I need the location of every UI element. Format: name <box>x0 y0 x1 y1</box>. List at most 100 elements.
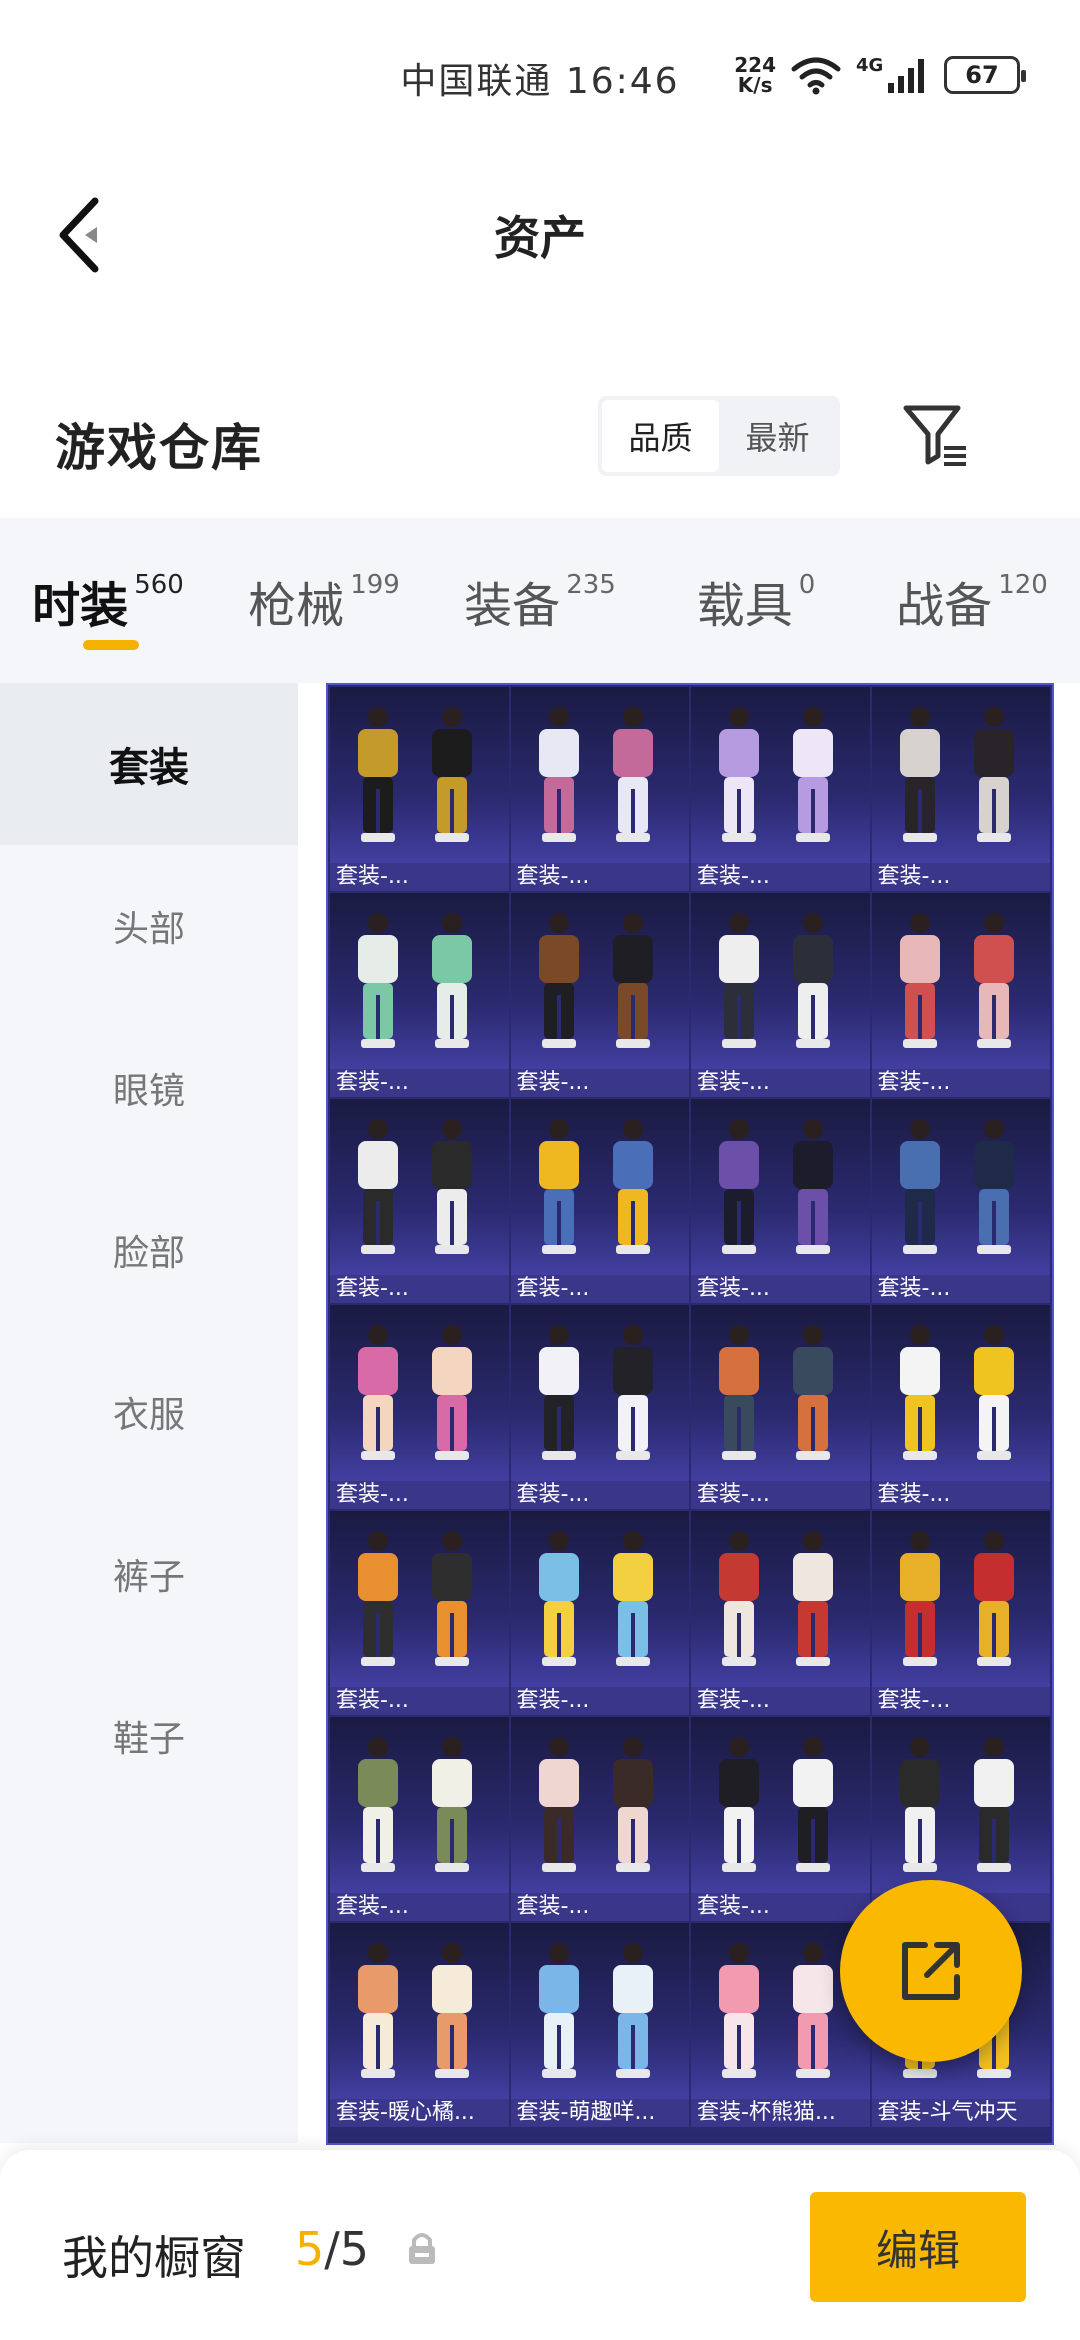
outfit-item-label: 套装-... <box>330 1069 509 1097</box>
outfit-item-label: 套装-... <box>871 1275 1050 1303</box>
tab-vehicles[interactable]: 载具 0 <box>648 518 864 683</box>
outfit-item-label: 套装-... <box>871 1481 1050 1509</box>
outfit-item-card[interactable]: 套装-... <box>871 1305 1050 1509</box>
share-external-icon <box>902 1942 960 2000</box>
outfit-item-card[interactable]: 套装-... <box>510 1305 689 1509</box>
page-title: 资产 <box>494 211 586 265</box>
sidebar-item-face[interactable]: 脸部 <box>0 1169 298 1331</box>
outfit-item-card[interactable]: 套装-... <box>691 1511 870 1715</box>
outfit-figure-icon <box>538 707 653 842</box>
sidebar-item-clothes[interactable]: 衣服 <box>0 1331 298 1493</box>
outfit-item-label: 套装-... <box>691 1069 870 1097</box>
outfit-item-card[interactable]: 套装-... <box>330 1511 509 1715</box>
outfit-figure-icon <box>899 1119 1014 1254</box>
outfit-item-card[interactable]: 套装-... <box>871 687 1050 891</box>
sort-toggle: 品质 最新 <box>598 396 840 476</box>
outfit-item-card[interactable]: 套装-... <box>871 1511 1050 1715</box>
outfit-item-card[interactable]: 套装-... <box>510 687 689 891</box>
outfit-item-card[interactable]: 套装-... <box>691 893 870 1097</box>
sidebar-item-glasses[interactable]: 眼镜 <box>0 1007 298 1169</box>
edit-button[interactable]: 编辑 <box>810 2192 1026 2302</box>
lock-icon <box>405 2228 439 2272</box>
status-icons: 224 K/s 4G 67 <box>734 55 1026 95</box>
outfit-figure-icon <box>538 913 653 1048</box>
filter-icon <box>903 405 966 466</box>
outfit-figure-icon <box>358 707 472 842</box>
outfit-item-card[interactable]: 套装-... <box>330 893 509 1097</box>
outfit-item-card[interactable]: 套装-暖心橘... <box>330 1923 509 2127</box>
outfit-item-label: 套装-... <box>510 1275 689 1303</box>
tab-guns[interactable]: 枪械 199 <box>216 518 432 683</box>
tab-count: 199 <box>350 569 400 600</box>
category-sidebar: 套装 头部 眼镜 脸部 衣服 裤子 鞋子 <box>0 683 298 2143</box>
sidebar-item-head[interactable]: 头部 <box>0 845 298 1007</box>
outfit-item-label: 套装-... <box>691 863 870 891</box>
battery-indicator: 67 <box>944 56 1026 94</box>
outfit-item-label: 套装-... <box>330 1481 509 1509</box>
outfit-item-label: 套装-... <box>510 1687 689 1715</box>
outfit-item-card[interactable]: 套装-... <box>691 687 870 891</box>
warehouse-header: 游戏仓库 品质 最新 <box>0 370 1080 500</box>
tab-label: 装备 <box>464 577 561 634</box>
outfit-item-label: 套装-斗气冲天 <box>871 2099 1050 2127</box>
outfit-figure-icon <box>358 1325 472 1460</box>
tab-supplies[interactable]: 战备 120 <box>864 518 1080 683</box>
outfit-item-card[interactable]: 套装-... <box>510 1099 689 1303</box>
tab-label: 枪械 <box>248 577 345 634</box>
net-speed-value: 224 <box>734 53 776 77</box>
net-speed: 224 K/s <box>734 55 776 95</box>
tab-count: 560 <box>134 569 184 600</box>
sidebar-item-pants[interactable]: 裤子 <box>0 1493 298 1655</box>
tab-fashion[interactable]: 时装 560 <box>0 518 216 683</box>
sidebar-item-shoes[interactable]: 鞋子 <box>0 1655 298 1817</box>
tab-count: 120 <box>998 569 1048 600</box>
sidebar-item-suits[interactable]: 套装 <box>0 683 298 845</box>
tab-count: 0 <box>798 569 816 600</box>
outfit-item-label: 套装-... <box>691 1893 870 1921</box>
outfit-item-card[interactable]: 套装-萌趣咩... <box>510 1923 689 2127</box>
cellular-signal-icon: 4G <box>856 55 930 95</box>
outfit-figure-icon <box>358 1119 472 1254</box>
svg-text:4G: 4G <box>856 55 883 76</box>
outfit-figure-icon <box>538 1325 653 1460</box>
outfit-item-label: 套装-萌趣咩... <box>510 2099 689 2127</box>
status-bar: 中国联通 16:46 224 K/s 4G 67 <box>0 0 1080 150</box>
outfit-item-label: 套装-... <box>871 1069 1050 1097</box>
outfit-item-card[interactable]: 套装-... <box>871 1099 1050 1303</box>
outfit-item-card[interactable]: 套装-... <box>330 687 509 891</box>
outfit-item-card[interactable]: 套装-... <box>691 1099 870 1303</box>
outfit-item-card[interactable]: 套装-... <box>510 1511 689 1715</box>
wardrobe-count-current: 5 <box>295 2222 325 2276</box>
outfit-item-label: 套装-暖心橘... <box>330 2099 509 2127</box>
wardrobe-count-total: /5 <box>324 2222 370 2276</box>
outfit-figure-icon <box>538 1943 653 2078</box>
outfit-item-label: 套装-... <box>510 863 689 891</box>
tab-label: 时装 <box>32 577 129 634</box>
outfit-item-card[interactable]: 套装-... <box>510 893 689 1097</box>
outfit-figure-icon <box>899 1531 1014 1666</box>
outfit-item-card[interactable]: 套装-... <box>691 1305 870 1509</box>
outfit-item-label: 套装-杯熊猫... <box>691 2099 870 2127</box>
tab-label: 战备 <box>896 577 993 634</box>
outfit-figure-icon <box>899 1325 1014 1460</box>
outfit-figure-icon <box>719 913 833 1048</box>
sort-option-quality[interactable]: 品质 <box>602 400 719 472</box>
outfit-item-card[interactable]: 套装-... <box>330 1305 509 1509</box>
outfit-item-card[interactable]: 套装-... <box>871 893 1050 1097</box>
sort-option-latest[interactable]: 最新 <box>719 400 836 472</box>
outfit-item-card[interactable]: 套装-... <box>330 1099 509 1303</box>
outfit-item-card[interactable]: 套装-... <box>330 1717 509 1921</box>
outfit-figure-icon <box>899 1737 1014 1872</box>
filter-button[interactable] <box>900 400 972 472</box>
tab-equipment[interactable]: 装备 235 <box>432 518 648 683</box>
outfit-item-card[interactable]: 套装-... <box>510 1717 689 1921</box>
category-tabs: 时装 560 枪械 199 装备 235 载具 0 战备 120 <box>0 518 1080 683</box>
page-header: 资产 <box>0 150 1080 320</box>
share-fab-button[interactable] <box>840 1880 1022 2062</box>
outfit-figure-icon <box>899 913 1014 1048</box>
outfit-figure-icon <box>719 1119 833 1254</box>
outfit-item-label: 套装-... <box>691 1687 870 1715</box>
outfit-item-label: 套装-... <box>330 1275 509 1303</box>
outfit-item-card[interactable]: 套装-... <box>691 1717 870 1921</box>
net-speed-unit: K/s <box>737 73 773 97</box>
